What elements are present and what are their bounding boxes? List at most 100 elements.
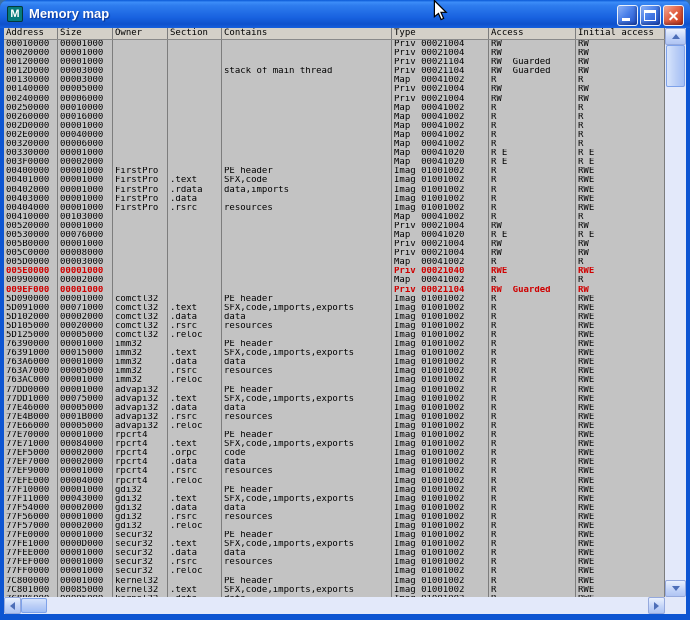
table-row[interactable]: 77E7100000084000rpcrt4.textSFX,code,impo… [4,440,665,449]
table-row[interactable]: 0040400000001000FirstPro.rsrcresourcesIm… [4,204,665,213]
window-icon[interactable]: M [7,6,23,22]
column-header-size[interactable]: Size [58,28,113,39]
table-row[interactable]: 5D09100000071000comctl32.textSFX,code,im… [4,304,665,313]
table-row[interactable]: 5D12500000005000comctl32.relocImag 01001… [4,331,665,340]
table-row[interactable]: 005B000000001000Priv 00021004RWRW [4,240,665,249]
cell-access: R [489,558,576,567]
table-row[interactable]: 77EF900000001000rpcrt4.rsrcresourcesImag… [4,467,665,476]
table-row[interactable]: 77F5600000001000gdi32.rsrcresourcesImag … [4,513,665,522]
table-row[interactable]: 77F5400000002000gdi32.datadataImag 01001… [4,504,665,513]
table-row[interactable]: 77F5700000002000gdi32.relocImag 01001002… [4,522,665,531]
column-header-access[interactable]: Access [489,28,576,39]
table-row[interactable]: 0099000000002000Map 00041002RR [4,276,665,285]
table-row[interactable]: 0025000000010000Map 00041002RR [4,104,665,113]
scroll-right-button[interactable] [648,597,665,614]
table-row[interactable]: 0040300000001000FirstPro.dataImag 010010… [4,195,665,204]
table-row[interactable]: 77FEE00000001000secur32.datadataImag 010… [4,549,665,558]
table-row[interactable]: 77EF500000002000rpcrt4.orpccodeImag 0100… [4,449,665,458]
table-row[interactable]: 002D000000001000Map 00041002RR [4,122,665,131]
table-row[interactable]: 763A700000005000imm32.rsrcresourcesImag … [4,367,665,376]
table-row[interactable]: 763AC00000001000imm32.relocImag 01001002… [4,376,665,385]
vertical-scrollbar[interactable] [665,28,686,597]
table-row[interactable]: 003F000000002000Map 00041020R ER E [4,158,665,167]
cell-initial: RWE [576,586,665,595]
cell-contains [222,567,392,576]
table-row[interactable]: 77FE000000001000secur32PE headerImag 010… [4,531,665,540]
cell-access: RW [489,40,576,49]
cell-size: 00001000 [58,295,113,304]
scroll-down-button[interactable] [665,580,686,597]
table-row[interactable]: 77E4B0000001B000advapi32.rsrcresourcesIm… [4,413,665,422]
cell-type: Imag 01001002 [392,586,489,595]
table-row[interactable]: 005C000000008000Priv 00021004RWRW [4,249,665,258]
table-row[interactable]: 0014000000005000Priv 00021004RWRW [4,85,665,94]
table-row[interactable]: 77FE10000000D000secur32.textSFX,code,imp… [4,540,665,549]
horizontal-scrollbar[interactable] [4,597,665,614]
table-row[interactable]: 0013000000003000Map 00041002RR [4,76,665,85]
table-row[interactable]: 005D000000003000Map 00041002RR [4,258,665,267]
table-row[interactable]: 7C80100000085000kernel32.textSFX,code,im… [4,586,665,595]
table-row[interactable]: 77EF700000002000rpcrt4.datadataImag 0100… [4,458,665,467]
maximize-button[interactable] [640,5,661,26]
table-row[interactable]: 0053000000076000Map 00041020R ER E [4,231,665,240]
cell-access: R [489,540,576,549]
table-row[interactable]: 0024000000006000Priv 00021004RWRW [4,95,665,104]
table-row[interactable]: 77DD000000001000advapi32PE headerImag 01… [4,386,665,395]
cell-initial: RWE [576,549,665,558]
titlebar[interactable]: M Memory map [0,0,690,28]
cell-access: R [489,477,576,486]
table-row[interactable]: 77F1000000001000gdi32PE headerImag 01001… [4,486,665,495]
table-row[interactable]: 763A600000001000imm32.datadataImag 01001… [4,358,665,367]
horizontal-scrollbar-thumb[interactable] [21,598,47,613]
table-row[interactable]: 0040200000001000FirstPro.rdatadata,impor… [4,186,665,195]
table-row[interactable]: 009EF00000001000Priv 00021104RW GuardedR… [4,286,665,295]
table-row[interactable]: 0041000000103000Map 00041002RR [4,213,665,222]
table-row[interactable]: 77FEF00000001000secur32.rsrcresourcesIma… [4,558,665,567]
scrollbar-corner [665,597,686,614]
cell-type: Imag 01001002 [392,477,489,486]
table-row[interactable]: 77E7000000001000rpcrt4PE headerImag 0100… [4,431,665,440]
table-row[interactable]: 005E000000001000Priv 00021040RWERWE [4,267,665,276]
table-row[interactable]: 7639000000001000imm32PE headerImag 01001… [4,340,665,349]
table-row[interactable]: 5D09000000001000comctl32PE headerImag 01… [4,295,665,304]
cell-address: 77F56000 [4,513,58,522]
cell-type: Map 00041002 [392,131,489,140]
scroll-left-button[interactable] [4,597,21,614]
table-row[interactable]: 5D10200000002000comctl32.datadataImag 01… [4,313,665,322]
table-row[interactable]: 77EFE00000004000rpcrt4.relocImag 0100100… [4,477,665,486]
cell-section: .text [168,349,222,358]
table-row[interactable]: 7C80000000001000kernel32PE headerImag 01… [4,577,665,586]
table-row[interactable]: 0012D00000003000stack of main threadPriv… [4,67,665,76]
table-row[interactable]: 0040000000001000FirstProPE headerImag 01… [4,167,665,176]
table-row[interactable]: 0002000000001000Priv 00021004RWRW [4,49,665,58]
column-header-initial-access[interactable]: Initial access [576,28,665,39]
column-header-owner[interactable]: Owner [113,28,168,39]
table-row[interactable]: 0001000000001000Priv 00021004RWRW [4,40,665,49]
table-row[interactable]: 0032000000006000Map 00041002RR [4,140,665,149]
table-row[interactable]: 002E000000040000Map 00041002RR [4,131,665,140]
close-button[interactable] [663,5,684,26]
table-row[interactable]: 0052000000001000Priv 00021004RWRW [4,222,665,231]
table-row[interactable]: 7639100000015000imm32.textSFX,code,impor… [4,349,665,358]
cell-size: 00005000 [58,367,113,376]
vertical-scrollbar-thumb[interactable] [666,45,685,87]
maximize-icon [644,10,656,21]
table-row[interactable]: 77E4600000005000advapi32.datadataImag 01… [4,404,665,413]
table-row[interactable]: 0040100000001000FirstPro.textSFX,codeIma… [4,176,665,185]
table-row[interactable]: 77DD100000075000advapi32.textSFX,code,im… [4,395,665,404]
scroll-up-button[interactable] [665,28,686,45]
table-row[interactable]: 77FF000000001000secur32.relocImag 010010… [4,567,665,576]
cell-type: Imag 01001002 [392,458,489,467]
column-header-type[interactable]: Type [392,28,489,39]
table-row[interactable]: 0012000000001000Priv 00021104RW GuardedR… [4,58,665,67]
table-row[interactable]: 0026000000016000Map 00041002RR [4,113,665,122]
table-row[interactable]: 5D10500000020000comctl32.rsrcresourcesIm… [4,322,665,331]
column-header-section[interactable]: Section [168,28,222,39]
cell-address: 00400000 [4,167,58,176]
table-row[interactable]: 77F1100000043000gdi32.textSFX,code,impor… [4,495,665,504]
minimize-button[interactable] [617,5,638,26]
column-header-contains[interactable]: Contains [222,28,392,39]
column-header-address[interactable]: Address [4,28,58,39]
table-row[interactable]: 77E6600000005000advapi32.relocImag 01001… [4,422,665,431]
table-row[interactable]: 0033000000001000Map 00041020R ER E [4,149,665,158]
